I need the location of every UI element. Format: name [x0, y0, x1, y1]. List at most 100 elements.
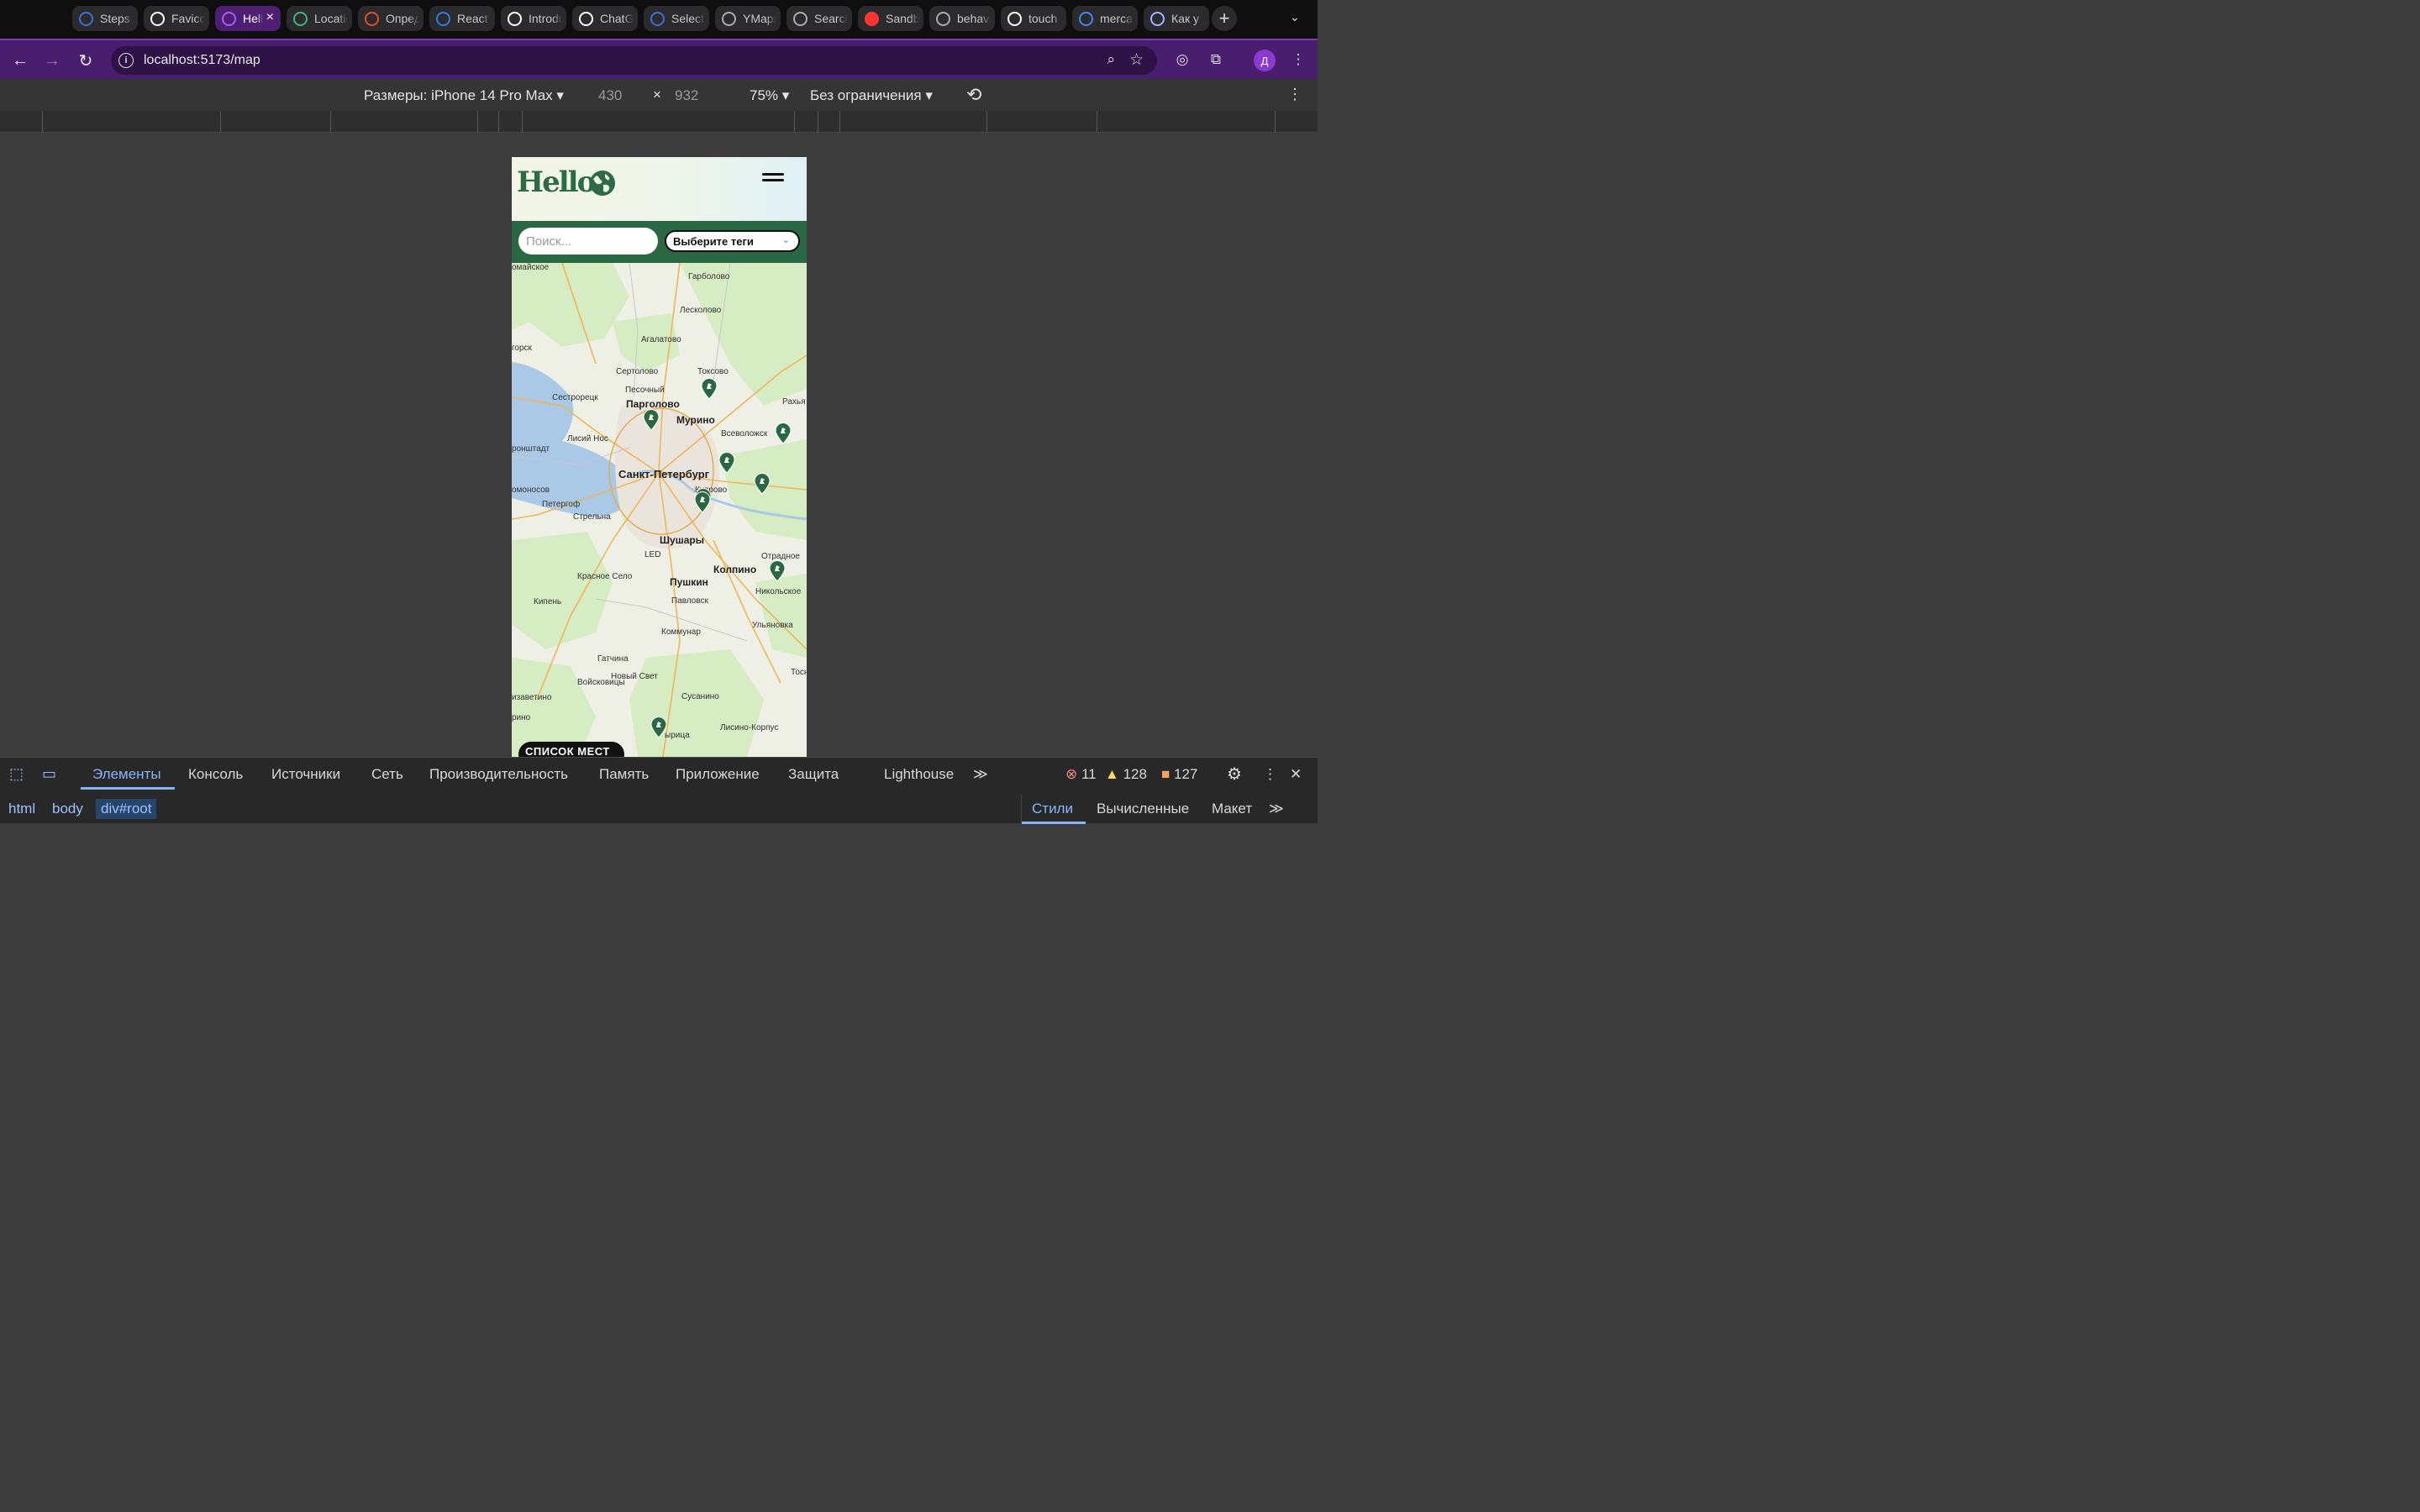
browser-tab[interactable]: Steps — [72, 6, 138, 31]
map-view[interactable]: омайское Гарболово Лесколово Агалатово горск… — [512, 263, 807, 757]
back-arrow-icon[interactable]: ← — [8, 49, 32, 72]
devtools-tab[interactable]: Приложение — [676, 766, 760, 783]
m-icon — [1007, 11, 1022, 26]
devtools-tab[interactable]: Lighthouse — [884, 766, 954, 783]
device-height-input[interactable]: 932 — [675, 87, 698, 104]
tags-select[interactable]: Выберите теги ⌄ — [665, 230, 800, 252]
browser-tab[interactable]: Select — [644, 6, 709, 31]
devtools-tab[interactable]: Производительность — [429, 766, 568, 783]
zoom-icon[interactable]: ⌕ — [1107, 51, 1115, 68]
map-place-label: ронштадт — [512, 444, 550, 454]
browser-tab[interactable]: Favicon — [144, 6, 209, 31]
inspect-element-icon[interactable]: ⬚ — [9, 765, 24, 783]
crumb-html[interactable]: html — [8, 801, 35, 817]
throttle-select[interactable]: Без ограничения ▾ — [810, 87, 933, 104]
warning-count[interactable]: ▲ 128 — [1105, 766, 1147, 783]
browser-tab[interactable]: touch — [1001, 6, 1066, 31]
map-place-label: Токсово — [697, 367, 729, 376]
crumb-body[interactable]: body — [52, 801, 83, 817]
close-devtools-icon[interactable]: ✕ — [1290, 766, 1302, 783]
browser-tab[interactable]: ChatGPT — [572, 6, 638, 31]
crumb-root[interactable]: div#root — [96, 799, 157, 819]
map-place-label: Шушары — [660, 534, 704, 546]
browser-tab-title: Introduction — [529, 12, 562, 25]
browser-tab[interactable]: Introduction — [501, 6, 566, 31]
search-input[interactable] — [518, 228, 658, 255]
map-place-label: Сестрорецк — [552, 393, 598, 402]
place-pin-icon[interactable] — [775, 423, 792, 444]
place-pin-icon[interactable] — [643, 409, 660, 431]
browser-tab[interactable]: Hello× — [215, 6, 281, 31]
place-pin-icon[interactable] — [754, 473, 771, 495]
place-pin-icon[interactable] — [694, 491, 711, 513]
zoom-select[interactable]: 75% ▾ — [750, 87, 789, 104]
devtools-tab-bar: ⬚ ▭ Элементы Консоль Источники Сеть Производ… — [0, 758, 1318, 790]
site-info-icon[interactable]: i — [118, 53, 134, 68]
browser-tab[interactable]: YMaps — [715, 6, 781, 31]
browser-tab[interactable]: React — [429, 6, 495, 31]
browser-tab[interactable]: Определение — [358, 6, 424, 31]
forward-arrow-icon[interactable]: → — [40, 49, 64, 72]
map-place-label: Агалатово — [641, 335, 681, 344]
map-place-label: горск — [512, 344, 532, 353]
device-more-icon[interactable]: ⋮ — [1287, 86, 1302, 103]
bookmark-star-icon[interactable]: ☆ — [1129, 50, 1144, 70]
tab-search-chevron-icon[interactable]: ⌄ — [1290, 10, 1300, 24]
app-logo[interactable]: Hello — [517, 165, 596, 199]
places-list-button[interactable]: СПИСОК МЕСТ — [518, 742, 624, 757]
url-text[interactable]: localhost:5173/map — [144, 53, 260, 68]
device-toggle-icon[interactable]: ▭ — [42, 765, 56, 783]
address-bar[interactable]: i localhost:5173/map ⌕ ☆ — [111, 46, 1157, 75]
tab-layout[interactable]: Макет — [1212, 801, 1252, 817]
active-tab-underline — [81, 787, 175, 790]
browser-menu-icon[interactable]: ⋮ — [1287, 49, 1309, 71]
devtools-menu-icon[interactable]: ⋮ — [1263, 766, 1277, 783]
reload-icon[interactable]: ↻ — [74, 49, 97, 72]
device-select[interactable]: Размеры: iPhone 14 Pro Max ▾ — [364, 87, 564, 104]
browser-tab[interactable]: Locations — [287, 6, 352, 31]
profile-avatar[interactable]: Д — [1254, 50, 1276, 71]
close-tab-icon[interactable]: × — [266, 10, 274, 25]
device-width-input[interactable]: 430 — [598, 87, 622, 104]
map-place-label: Петергоф — [542, 500, 581, 509]
map-place-label: Коммунар — [661, 627, 701, 637]
new-tab-button[interactable]: + — [1212, 6, 1237, 31]
hamburger-menu-icon[interactable] — [762, 173, 784, 185]
browser-tab[interactable]: mercator — [1072, 6, 1138, 31]
map-place-label: Павловск — [671, 596, 708, 606]
rotate-icon[interactable]: ⟲ — [966, 84, 981, 106]
side-more-icon[interactable]: ≫ — [1269, 801, 1284, 817]
diamond-icon — [79, 11, 93, 26]
place-pin-icon[interactable] — [769, 560, 786, 582]
tab-styles[interactable]: Стили — [1032, 801, 1073, 817]
extension-target-icon[interactable]: ◎ — [1171, 49, 1193, 71]
browser-tab-title: Hello — [243, 12, 263, 25]
tab-computed[interactable]: Вычисленные — [1097, 801, 1189, 817]
error-count[interactable]: ⊗ 11 — [1065, 766, 1097, 783]
place-pin-icon[interactable] — [701, 378, 718, 400]
devtools-tab[interactable]: Память — [599, 766, 649, 783]
devtools-tab[interactable]: Консоль — [188, 766, 243, 783]
map-place-label: Мурино — [676, 414, 715, 426]
devtools-tab[interactable]: Защита — [788, 766, 839, 783]
place-pin-icon[interactable] — [650, 717, 667, 738]
extensions-puzzle-icon[interactable]: ⧉ — [1205, 49, 1227, 71]
map-place-label: Лесколово — [680, 306, 722, 315]
devtools-tab[interactable]: Элементы — [92, 766, 161, 783]
browser-tab[interactable]: Sandbox — [858, 6, 923, 31]
place-pin-icon[interactable] — [718, 452, 735, 474]
map-place-label: Сертолово — [616, 367, 659, 376]
browser-tab[interactable]: Search — [786, 6, 852, 31]
issue-count[interactable]: ■ 127 — [1161, 766, 1197, 783]
browser-tab[interactable]: behavior — [929, 6, 995, 31]
settings-gear-icon[interactable]: ⚙ — [1227, 764, 1242, 785]
map-place-label: Парголово — [626, 398, 680, 410]
google-icon — [1079, 11, 1093, 26]
more-tabs-icon[interactable]: ≫ — [973, 766, 988, 783]
devtools-tab[interactable]: Источники — [271, 766, 340, 783]
browser-tab[interactable]: Как у — [1144, 6, 1209, 31]
mui-icon — [436, 11, 450, 26]
map-place-label: Лисий Нос — [567, 434, 608, 444]
map-place-label: омайское — [512, 263, 550, 272]
devtools-tab[interactable]: Сеть — [371, 766, 403, 783]
